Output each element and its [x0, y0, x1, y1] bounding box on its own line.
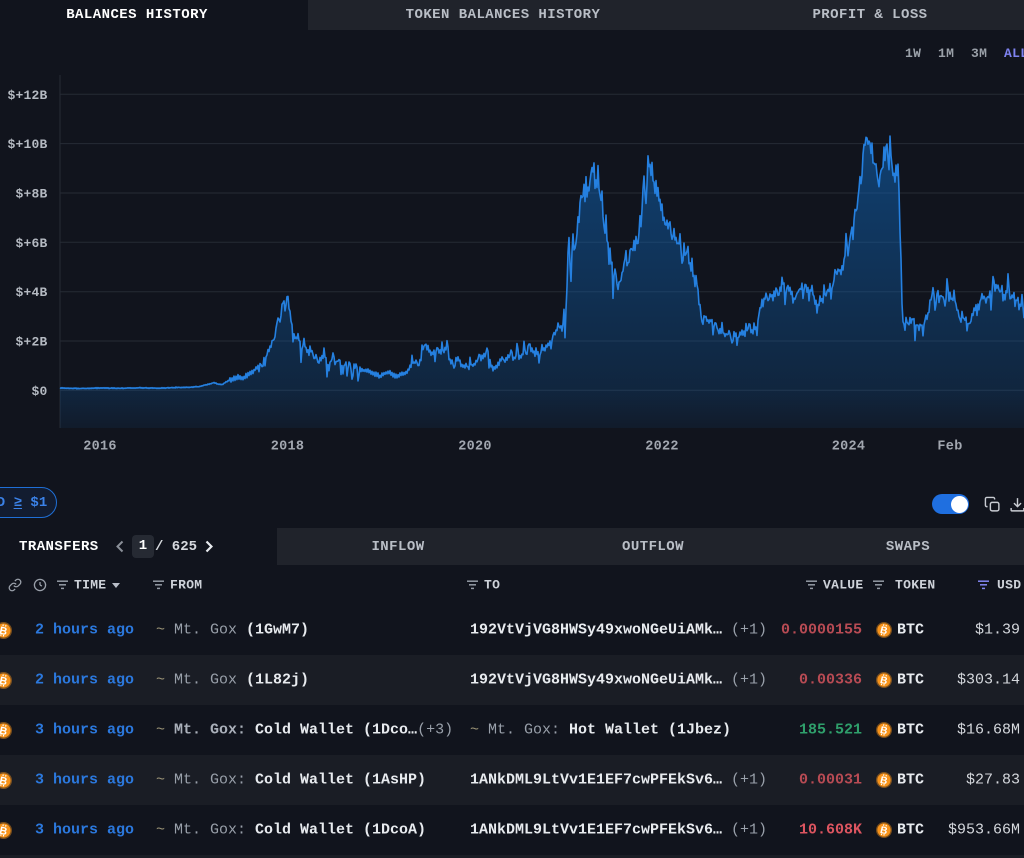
svg-text:Feb: Feb: [937, 440, 962, 455]
svg-text:2022: 2022: [645, 440, 679, 455]
svg-text:2024: 2024: [832, 440, 866, 455]
svg-text:$+8B: $+8B: [15, 187, 47, 202]
svg-text:$+12B: $+12B: [7, 88, 47, 103]
svg-text:2016: 2016: [83, 440, 117, 455]
svg-text:$0: $0: [31, 384, 47, 399]
svg-text:$+10B: $+10B: [7, 137, 47, 152]
svg-text:$+4B: $+4B: [15, 285, 47, 300]
svg-text:$+2B: $+2B: [15, 335, 47, 350]
svg-text:2018: 2018: [271, 440, 305, 455]
svg-text:$+6B: $+6B: [15, 236, 47, 251]
svg-text:2020: 2020: [458, 440, 492, 455]
